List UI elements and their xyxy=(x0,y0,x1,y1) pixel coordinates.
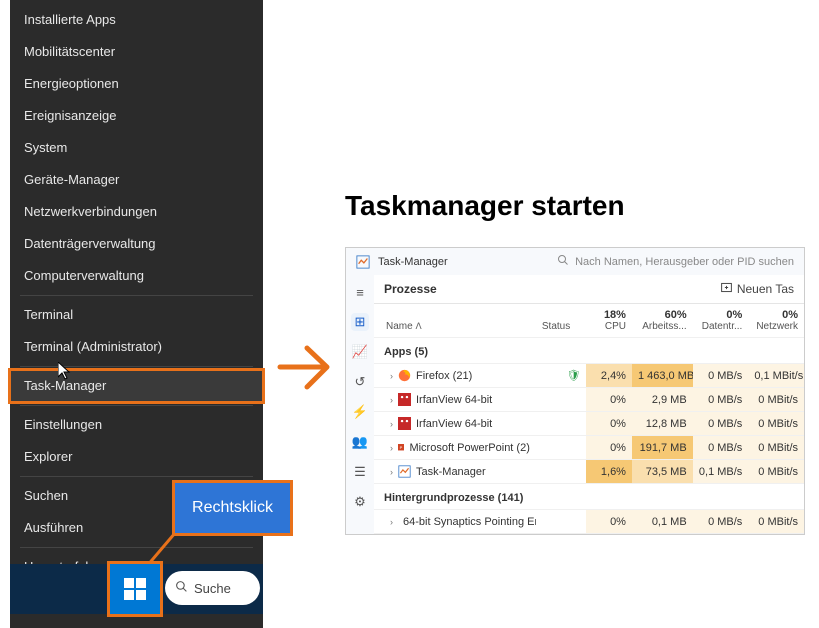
col-mem[interactable]: 60%Arbeitss... xyxy=(632,304,693,338)
search-icon xyxy=(557,254,569,269)
ctx-item-einstellungen[interactable]: Einstellungen xyxy=(10,409,263,441)
ctx-item-mobilitaetscenter[interactable]: Mobilitätscenter xyxy=(10,36,263,68)
ctx-item-installierte-apps[interactable]: Installierte Apps xyxy=(10,4,263,36)
ctx-item-energieoptionen[interactable]: Energieoptionen xyxy=(10,68,263,100)
firefox-icon xyxy=(398,369,411,382)
details-tab-icon[interactable]: ☰ xyxy=(351,463,369,481)
table-row[interactable]: ›PMicrosoft PowerPoint (2) 0% 191,7 MB 0… xyxy=(374,436,804,460)
ctx-item-datentraegerverwaltung[interactable]: Datenträgerverwaltung xyxy=(10,228,263,260)
windows-logo-icon xyxy=(124,578,146,600)
powerpoint-icon: P xyxy=(398,441,404,454)
table-row[interactable]: ›IrfanView 64-bit 0% 12,8 MB 0 MB/s 0 MB… xyxy=(374,412,804,436)
table-row[interactable]: ›Task-Manager 1,6% 73,5 MB 0,1 MB/s 0 MB… xyxy=(374,460,804,484)
ctx-item-task-manager[interactable]: Task-Manager xyxy=(10,370,263,402)
new-task-label: Neuen Tas xyxy=(737,282,794,296)
search-icon xyxy=(175,580,188,596)
ctx-item-terminal[interactable]: Terminal xyxy=(10,299,263,331)
arrow-right-icon xyxy=(275,340,335,400)
col-net[interactable]: 0%Netzwerk xyxy=(748,304,804,338)
table-row[interactable]: ›Firefox (21) 🛡 2,4% 1 463,0 MB 0 MB/s 0… xyxy=(374,364,804,388)
shield-icon: 🛡 xyxy=(566,370,580,382)
ctx-item-ereignisanzeige[interactable]: Ereignisanzeige xyxy=(10,100,263,132)
tm-sidebar: ≡ ⊞ 📈 ↺ ⚡ 👥 ☰ ⚙ xyxy=(346,275,374,534)
group-apps[interactable]: Apps (5) xyxy=(374,338,804,364)
start-button[interactable] xyxy=(110,564,160,614)
tm-search[interactable]: Nach Namen, Herausgeber oder PID suchen xyxy=(557,254,794,269)
processes-tab-icon[interactable]: ⊞ xyxy=(351,313,369,331)
tm-window-title: Task-Manager xyxy=(378,256,448,268)
irfanview-icon xyxy=(398,417,411,430)
ctx-item-terminal-admin[interactable]: Terminal (Administrator) xyxy=(10,331,263,363)
ctx-separator xyxy=(20,547,253,548)
taskbar-search-label: Suche xyxy=(194,581,231,596)
col-status-label[interactable]: Status xyxy=(536,304,587,338)
ctx-separator xyxy=(20,366,253,367)
ctx-item-geraete-manager[interactable]: Geräte-Manager xyxy=(10,164,263,196)
ctx-separator xyxy=(20,476,253,477)
chevron-right-icon: › xyxy=(390,443,393,453)
sort-caret-icon: ᐱ xyxy=(415,321,421,331)
users-tab-icon[interactable]: 👥 xyxy=(351,433,369,451)
taskbar-search[interactable]: Suche xyxy=(165,571,260,605)
ctx-item-system[interactable]: System xyxy=(10,132,263,164)
col-name-label[interactable]: Name xyxy=(386,321,413,332)
svg-text:P: P xyxy=(400,445,403,450)
chevron-right-icon: › xyxy=(390,371,393,381)
col-cpu[interactable]: 18%CPU xyxy=(586,304,632,338)
chevron-right-icon: › xyxy=(390,395,393,405)
hamburger-icon[interactable]: ≡ xyxy=(351,283,369,301)
task-manager-icon xyxy=(356,255,370,269)
task-manager-window: Task-Manager Nach Namen, Herausgeber ode… xyxy=(345,247,805,535)
tm-search-placeholder: Nach Namen, Herausgeber oder PID suchen xyxy=(575,256,794,268)
table-row[interactable]: ›64-bit Synaptics Pointing Enh... 0% 0,1… xyxy=(374,510,804,534)
ctx-item-netzwerkverbindungen[interactable]: Netzwerkverbindungen xyxy=(10,196,263,228)
page-title: Taskmanager starten xyxy=(345,190,625,222)
rightclick-label: Rechtsklick xyxy=(175,483,290,533)
chevron-right-icon: › xyxy=(390,419,393,429)
new-task-icon xyxy=(720,281,733,297)
new-task-button[interactable]: Neuen Tas xyxy=(720,281,794,297)
tm-titlebar: Task-Manager Nach Namen, Herausgeber ode… xyxy=(346,248,804,275)
group-background[interactable]: Hintergrundprozesse (141) xyxy=(374,484,804,510)
ctx-item-computerverwaltung[interactable]: Computerverwaltung xyxy=(10,260,263,292)
task-manager-icon xyxy=(398,465,411,478)
startup-tab-icon[interactable]: ⚡ xyxy=(351,403,369,421)
chevron-right-icon: › xyxy=(390,517,393,527)
ctx-separator xyxy=(20,295,253,296)
ctx-separator xyxy=(20,405,253,406)
irfanview-icon xyxy=(398,393,411,406)
col-disk[interactable]: 0%Datentr... xyxy=(693,304,749,338)
history-tab-icon[interactable]: ↺ xyxy=(351,373,369,391)
winx-context-menu: Installierte Apps Mobilitätscenter Energ… xyxy=(10,0,263,628)
tm-section-title: Prozesse xyxy=(384,282,437,296)
ctx-item-explorer[interactable]: Explorer xyxy=(10,441,263,473)
services-tab-icon[interactable]: ⚙ xyxy=(351,493,369,511)
process-table: Name ᐱ Status 18%CPU 60%Arbeitss... 0%Da… xyxy=(374,304,804,534)
table-row[interactable]: ›IrfanView 64-bit 0% 2,9 MB 0 MB/s 0 MBi… xyxy=(374,388,804,412)
performance-tab-icon[interactable]: 📈 xyxy=(351,343,369,361)
chevron-right-icon: › xyxy=(390,467,393,477)
